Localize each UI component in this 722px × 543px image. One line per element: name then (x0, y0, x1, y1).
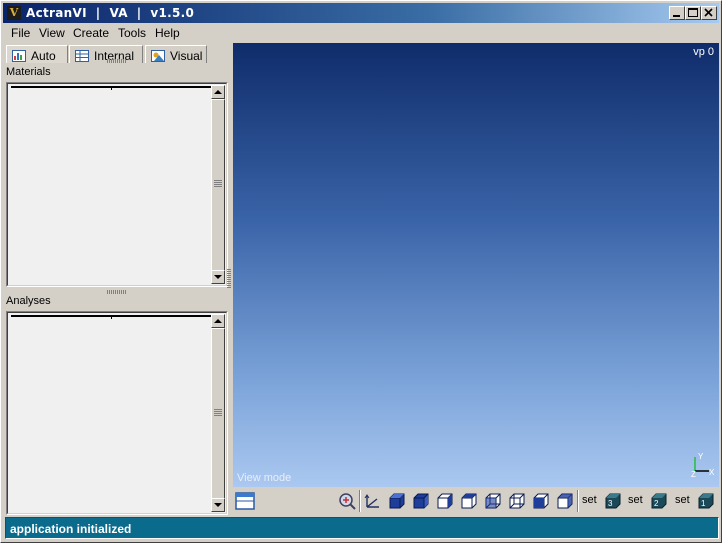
status-message: application initialized (10, 522, 132, 536)
tab-auto-label: Auto (31, 49, 56, 63)
app-logo-icon: V (7, 6, 21, 20)
scroll-thumb[interactable] (211, 328, 225, 500)
analyses-scrollbar[interactable] (211, 314, 225, 512)
close-icon (704, 8, 713, 17)
scroll-up-button[interactable] (211, 85, 225, 99)
view-wire-front-button[interactable] (435, 491, 455, 511)
zoom-fit-button[interactable] (337, 491, 357, 511)
title-bar[interactable]: V ActranVI | VA | v1.5.0 (3, 3, 719, 23)
list-header (11, 86, 211, 90)
analyses-label: Analyses (6, 295, 51, 307)
scroll-down-button[interactable] (211, 270, 225, 284)
rotate-view-button[interactable] (363, 491, 383, 511)
tab-visual[interactable]: Visual (145, 45, 207, 63)
arrow-up-icon (214, 319, 222, 323)
view-back-cube-button[interactable] (411, 491, 431, 511)
left-panel: Auto Internal Visual Materials Analyses (3, 43, 231, 515)
analyses-list[interactable] (6, 311, 228, 515)
panel-split-grip[interactable] (107, 290, 127, 294)
set-2-label: set (628, 494, 643, 506)
menu-file[interactable]: File (11, 26, 30, 40)
materials-scrollbar[interactable] (211, 85, 225, 284)
set-2-button[interactable]: 2 (649, 491, 669, 511)
table-icon (75, 50, 89, 62)
scroll-down-button[interactable] (211, 498, 225, 512)
axis-triad-icon: Y Z X (691, 452, 715, 477)
view-toolbar: set 3 set 2 set 1 (233, 487, 719, 515)
3d-viewport[interactable]: vp 0 View mode Y Z X (233, 43, 719, 487)
minimize-icon (673, 15, 680, 17)
tab-internal[interactable]: Internal (69, 45, 143, 63)
menu-help[interactable]: Help (155, 26, 180, 40)
sidebar-resize-grip[interactable] (227, 269, 231, 289)
minimize-button[interactable] (669, 6, 685, 20)
set-1-label: set (675, 494, 690, 506)
set-3-badge: 3 (608, 499, 613, 508)
materials-label: Materials (6, 66, 51, 78)
tab-auto[interactable]: Auto (6, 45, 68, 63)
image-icon (151, 50, 165, 62)
view-left-cube-button[interactable] (555, 491, 575, 511)
view-mode-label: View mode (237, 472, 292, 484)
scroll-up-button[interactable] (211, 314, 225, 328)
set-3-button[interactable]: 3 (603, 491, 623, 511)
maximize-icon (688, 8, 698, 17)
menu-tools[interactable]: Tools (118, 26, 146, 40)
application-window: V ActranVI | VA | v1.5.0 File View Creat… (0, 0, 722, 543)
set-2-badge: 2 (654, 499, 659, 508)
view-wire-side-button[interactable] (483, 491, 503, 511)
layout-toggle-button[interactable] (235, 491, 255, 511)
menu-bar: File View Create Tools Help (3, 23, 719, 43)
view-wire-iso-button[interactable] (507, 491, 527, 511)
maximize-button[interactable] (685, 6, 701, 20)
arrow-down-icon (214, 503, 222, 507)
axis-y-label: Y (698, 452, 704, 461)
chart-icon (12, 50, 26, 62)
arrow-up-icon (214, 90, 222, 94)
tab-resize-grip[interactable] (107, 59, 127, 63)
menu-create[interactable]: Create (73, 26, 109, 40)
close-button[interactable] (701, 6, 717, 20)
set-3-label: set (582, 494, 597, 506)
arrow-down-icon (214, 275, 222, 279)
materials-list[interactable] (6, 82, 228, 287)
view-front-cube-button[interactable] (387, 491, 407, 511)
view-wire-top-button[interactable] (459, 491, 479, 511)
viewport-id-label: vp 0 (693, 46, 714, 58)
set-1-button[interactable]: 1 (696, 491, 716, 511)
list-header (11, 315, 211, 319)
set-1-badge: 1 (701, 499, 706, 508)
axis-z-label: Z (691, 470, 696, 477)
window-title: ActranVI | VA | v1.5.0 (26, 6, 195, 20)
view-bottom-cube-button[interactable] (531, 491, 551, 511)
status-bar: application initialized (5, 517, 719, 539)
menu-view[interactable]: View (39, 26, 65, 40)
tab-visual-label: Visual (170, 49, 203, 63)
axis-x-label: X (709, 468, 715, 477)
scroll-thumb[interactable] (211, 99, 225, 272)
